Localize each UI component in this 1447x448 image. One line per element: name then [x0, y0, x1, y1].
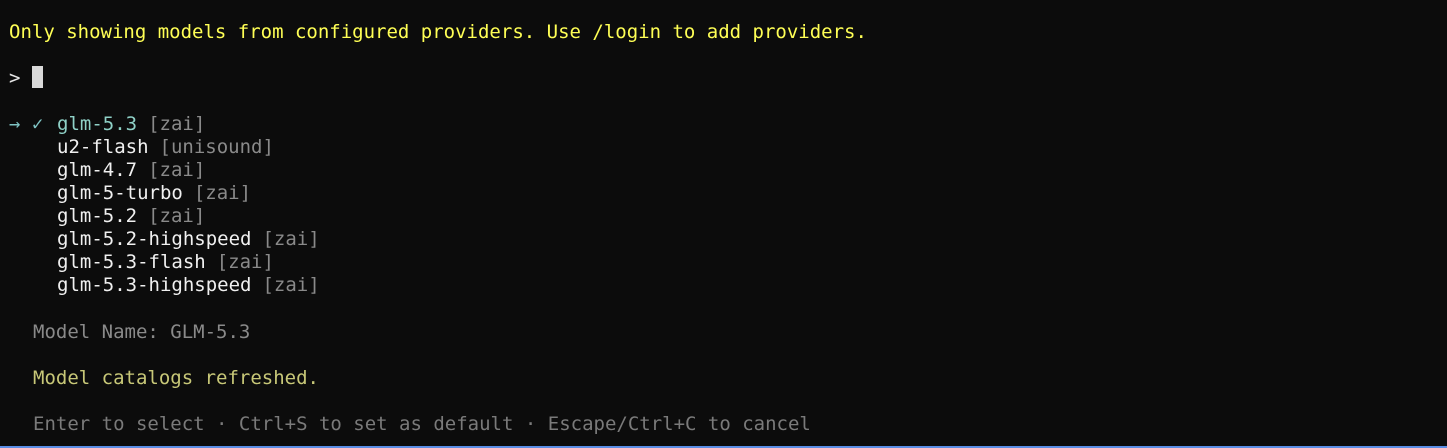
model-name: glm-4.7	[57, 159, 138, 181]
model-item[interactable]: glm-4.7 [zai]	[9, 159, 320, 182]
model-name: glm-5-turbo	[57, 182, 183, 204]
model-item[interactable]: → ✓ glm-5.3 [zai]	[9, 113, 320, 136]
model-list[interactable]: → ✓ glm-5.3 [zai] u2-flash [unisound] glm-4…	[9, 113, 320, 297]
model-name: glm-5.3-highspeed	[57, 274, 252, 296]
selection-arrow-check-icon: → ✓	[9, 113, 44, 135]
model-item[interactable]: glm-5-turbo [zai]	[9, 182, 320, 205]
model-item[interactable]: glm-5.3-flash [zai]	[9, 251, 320, 274]
model-item[interactable]: glm-5.2 [zai]	[9, 205, 320, 228]
selection-marker	[9, 159, 57, 182]
selection-marker	[9, 251, 57, 274]
model-name: glm-5.2	[57, 205, 138, 227]
model-provider: [zai]	[148, 159, 206, 181]
model-name: glm-5.2-highspeed	[57, 228, 252, 250]
selection-marker	[9, 228, 57, 251]
model-item[interactable]: u2-flash [unisound]	[9, 136, 320, 159]
text-cursor	[32, 66, 44, 88]
model-item[interactable]: glm-5.3-highspeed [zai]	[9, 274, 320, 297]
model-name: glm-5.3-flash	[57, 251, 206, 273]
model-name: u2-flash	[57, 136, 149, 158]
prompt-symbol: >	[9, 67, 21, 89]
model-provider: [unisound]	[159, 136, 274, 158]
selection-marker	[9, 182, 57, 205]
selection-marker	[9, 274, 57, 297]
model-provider: [zai]	[216, 251, 274, 273]
status-message: Model catalogs refreshed.	[33, 367, 319, 389]
model-provider: [zai]	[193, 182, 252, 204]
search-prompt[interactable]: >	[9, 66, 44, 90]
provider-notice: Only showing models from configured prov…	[9, 21, 867, 43]
model-details: Model Name: GLM-5.3	[33, 321, 251, 343]
model-provider: [zai]	[262, 274, 320, 296]
model-name: glm-5.3	[57, 113, 138, 135]
model-provider: [zai]	[148, 205, 206, 227]
model-provider: [zai]	[262, 228, 320, 250]
model-item[interactable]: glm-5.2-highspeed [zai]	[9, 228, 320, 251]
keyboard-hints: Enter to select · Ctrl+S to set as defau…	[33, 413, 811, 435]
model-provider: [zai]	[148, 113, 206, 135]
selection-marker	[9, 136, 57, 159]
selection-marker	[9, 205, 57, 228]
